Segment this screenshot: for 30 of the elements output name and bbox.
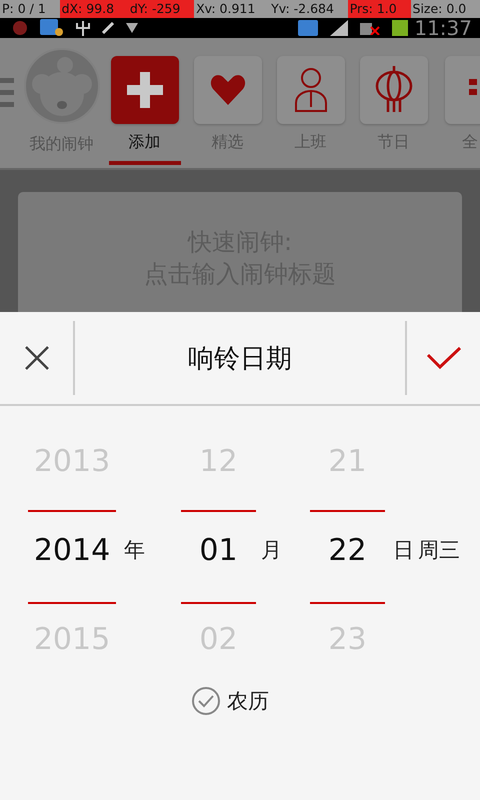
- usb-icon: [76, 20, 90, 36]
- clock-time: 11:37: [413, 18, 473, 38]
- plus-icon: [124, 70, 164, 110]
- debug-reading: Xv: 0.911: [195, 0, 256, 18]
- signal-icon: [330, 20, 348, 36]
- app-notification-icon: [40, 19, 64, 37]
- unit-label: 年: [124, 537, 145, 564]
- dialog-title: 响铃日期: [187, 342, 293, 376]
- selected-underline: [108, 161, 180, 165]
- lantern-icon: [374, 66, 414, 114]
- close-icon: [24, 345, 50, 371]
- menu-icon[interactable]: [0, 78, 14, 108]
- debug-reading: Size: 0.0: [412, 0, 468, 18]
- debug-reading: Yv: -2.684: [270, 0, 335, 18]
- person-icon: [292, 67, 328, 113]
- info-icon: [298, 20, 318, 36]
- koala-avatar-icon: [24, 48, 100, 124]
- no-sim-icon: [360, 21, 380, 35]
- unit-label: 月: [261, 537, 282, 564]
- checkmark-icon: [426, 345, 462, 371]
- debug-reading: Prs: 1.0: [348, 0, 411, 18]
- debug-reading: dX: 99.8: [60, 0, 128, 18]
- unit-label: 日: [393, 537, 414, 564]
- debug-reading: P: 0 / 1: [1, 0, 47, 18]
- notification-icon: [12, 20, 28, 36]
- heart-icon: [210, 74, 246, 106]
- battery-icon: [392, 20, 408, 36]
- debug-reading: dY: -259: [128, 0, 194, 18]
- lunar-checkbox[interactable]: 农历: [191, 686, 269, 716]
- weekday-label: 周三: [418, 537, 460, 564]
